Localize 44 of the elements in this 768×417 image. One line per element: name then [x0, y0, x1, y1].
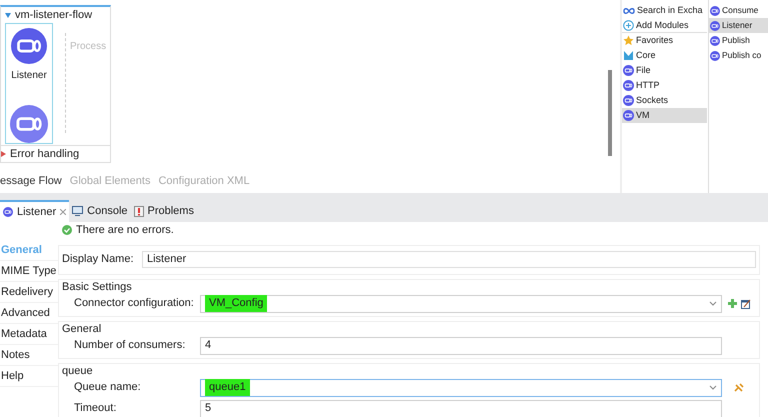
nav-item[interactable]: Metadata: [0, 324, 58, 345]
group-title: queue: [62, 364, 94, 378]
nav-item[interactable]: Redelivery: [0, 282, 58, 303]
field-value: 5: [205, 401, 212, 416]
operation-item[interactable]: Publish co: [709, 48, 768, 63]
field-label: Queue name:: [73, 380, 142, 396]
process-label: Process: [70, 41, 106, 52]
nav-item[interactable]: MIME Type: [0, 261, 58, 282]
operation-item[interactable]: Consume: [709, 3, 768, 18]
palette-category[interactable]: Core: [622, 48, 707, 63]
field-label: Timeout:: [73, 401, 118, 416]
palette-category[interactable]: HTTP: [622, 78, 707, 93]
field-label: Number of consumers:: [73, 338, 186, 354]
operation-item[interactable]: Publish: [709, 33, 768, 48]
group-title: General: [62, 322, 102, 336]
editor-tab[interactable]: essage Flow: [0, 172, 62, 190]
status-message: There are no errors.: [76, 223, 174, 238]
palette-category[interactable]: Search in Excha: [622, 3, 707, 18]
input-field[interactable]: 5: [200, 400, 722, 417]
field-label: Connector configuration:: [73, 296, 195, 312]
group-title: Basic Settings: [62, 280, 133, 294]
error-handling-label: Error handling: [10, 146, 80, 162]
nav-item[interactable]: Advanced: [0, 303, 58, 324]
field-label: Display Name:: [62, 252, 135, 268]
palette-category[interactable]: File: [622, 63, 707, 78]
dropdown-field[interactable]: queue1: [200, 378, 722, 396]
field-value: queue1: [205, 379, 250, 396]
nav-item[interactable]: Help: [0, 366, 58, 387]
component-label: Listener: [11, 69, 47, 83]
field-value: 4: [205, 338, 212, 354]
dropdown-field[interactable]: VM_Config: [200, 294, 722, 312]
nav-item[interactable]: Notes: [0, 345, 58, 366]
input-field[interactable]: 4: [200, 336, 722, 354]
operation-item[interactable]: Listener: [709, 18, 768, 33]
field-value: VM_Config: [205, 295, 268, 312]
palette-category[interactable]: Add Modules: [622, 18, 707, 33]
view-tab[interactable]: Console: [69, 200, 130, 222]
palette-category[interactable]: VM: [622, 108, 707, 123]
flow-name: vm-listener-flow: [15, 8, 92, 23]
view-tab[interactable]: Problems: [130, 200, 197, 222]
view-tab[interactable]: Listener: [0, 200, 70, 222]
palette-category[interactable]: Sockets: [622, 93, 707, 108]
palette-category[interactable]: Favorites: [622, 33, 707, 48]
input-field[interactable]: Listener: [142, 251, 756, 268]
